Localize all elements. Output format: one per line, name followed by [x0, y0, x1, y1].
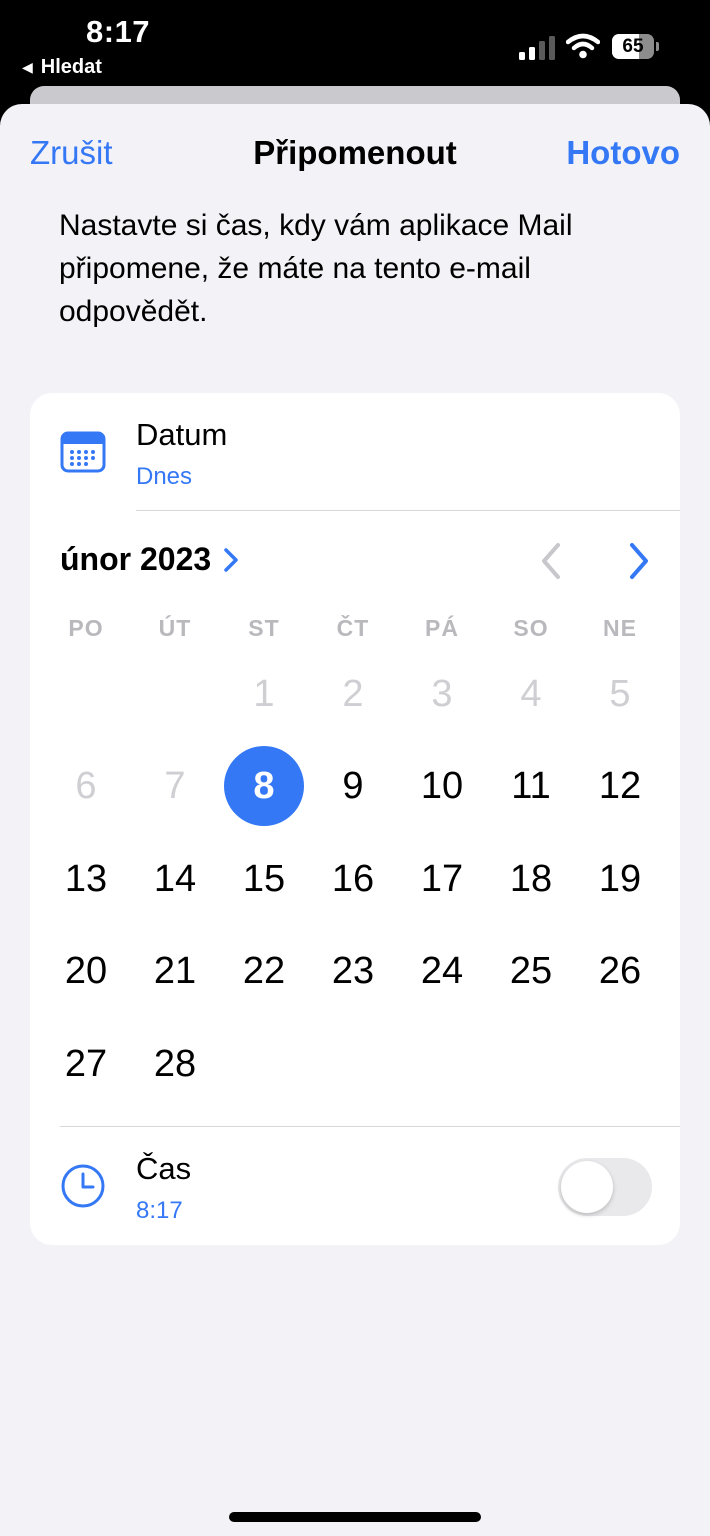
date-value[interactable]: Dnes: [136, 463, 192, 491]
calendar-day[interactable]: 18: [491, 839, 571, 919]
calendar-day: 4: [520, 673, 542, 715]
time-value: 8:17: [136, 1197, 183, 1224]
calendar-day[interactable]: 15: [224, 839, 304, 919]
calendar-day[interactable]: 27: [46, 1024, 126, 1104]
calendar-day[interactable]: 13: [46, 839, 126, 919]
previous-month-button[interactable]: [536, 541, 566, 581]
calendar-day[interactable]: 17: [402, 839, 482, 919]
calendar-day[interactable]: 24: [402, 931, 482, 1011]
chevron-right-small-icon: [224, 547, 238, 572]
date-label: Datum: [136, 417, 228, 452]
back-triangle-icon: ◀: [22, 59, 33, 75]
toggle-knob: [561, 1161, 613, 1213]
month-year-label: únor 2023: [60, 541, 212, 577]
calendar-day[interactable]: 16: [313, 839, 393, 919]
time-label: Čas: [136, 1151, 192, 1186]
month-year-selector[interactable]: únor 2023: [60, 541, 239, 578]
calendar-icon: [60, 431, 106, 473]
calendar-day: 7: [164, 765, 186, 807]
wifi-icon: [566, 33, 600, 59]
calendar-day: 2: [342, 673, 364, 715]
cellular-signal-icon: [519, 36, 555, 60]
back-to-app-link[interactable]: ◀ Hledat: [22, 56, 102, 79]
reminder-description: Nastavte si čas, kdy vám aplikace Mail p…: [59, 209, 573, 328]
calendar-day: 3: [431, 673, 453, 715]
calendar-day[interactable]: 21: [135, 931, 215, 1011]
weekday-label: NE: [603, 615, 637, 641]
battery-indicator: 65: [612, 34, 660, 59]
weekday-label: SO: [513, 615, 549, 641]
done-button[interactable]: Hotovo: [566, 134, 680, 172]
calendar-day[interactable]: 28: [135, 1024, 215, 1104]
calendar-day: 6: [75, 765, 97, 807]
time-toggle[interactable]: [558, 1158, 652, 1216]
calendar-day[interactable]: 10: [402, 746, 482, 826]
weekday-label: PÁ: [425, 615, 459, 641]
calendar-day[interactable]: 20: [46, 931, 126, 1011]
calendar-day[interactable]: 22: [224, 931, 304, 1011]
weekday-label: PO: [68, 615, 104, 641]
weekday-label: ČT: [336, 615, 370, 641]
sheet-navigation-bar: Zrušit Připomenout Hotovo: [0, 104, 710, 204]
reminder-options-card: Datum Dnes únor 2023 PO ÚT ST ČT PÁ SO NE 1234…: [30, 393, 680, 1245]
calendar-day[interactable]: 12: [580, 746, 660, 826]
calendar-day[interactable]: 9: [313, 746, 393, 826]
calendar-day: 5: [609, 673, 631, 715]
calendar-day[interactable]: 19: [580, 839, 660, 919]
calendar-day[interactable]: 26: [580, 931, 660, 1011]
calendar-day[interactable]: 14: [135, 839, 215, 919]
reminder-sheet: Zrušit Připomenout Hotovo Nastavte si ča…: [0, 104, 710, 1536]
back-app-label: Hledat: [40, 56, 102, 78]
calendar-day: 1: [253, 673, 275, 715]
calendar-day[interactable]: 11: [491, 746, 571, 826]
home-indicator[interactable]: [229, 1512, 481, 1522]
clock-icon: [61, 1164, 105, 1208]
weekday-label: ST: [248, 615, 280, 641]
status-bar: 8:17 ◀ Hledat 65: [0, 0, 710, 90]
calendar-day-selected[interactable]: 8: [224, 746, 304, 826]
battery-level: 65: [622, 36, 644, 57]
divider: [136, 510, 680, 511]
status-time: 8:17: [86, 14, 151, 49]
next-month-button[interactable]: [624, 541, 654, 581]
calendar-day[interactable]: 25: [491, 931, 571, 1011]
calendar-day[interactable]: 23: [313, 931, 393, 1011]
weekday-label: ÚT: [158, 615, 192, 641]
divider: [60, 1126, 680, 1127]
